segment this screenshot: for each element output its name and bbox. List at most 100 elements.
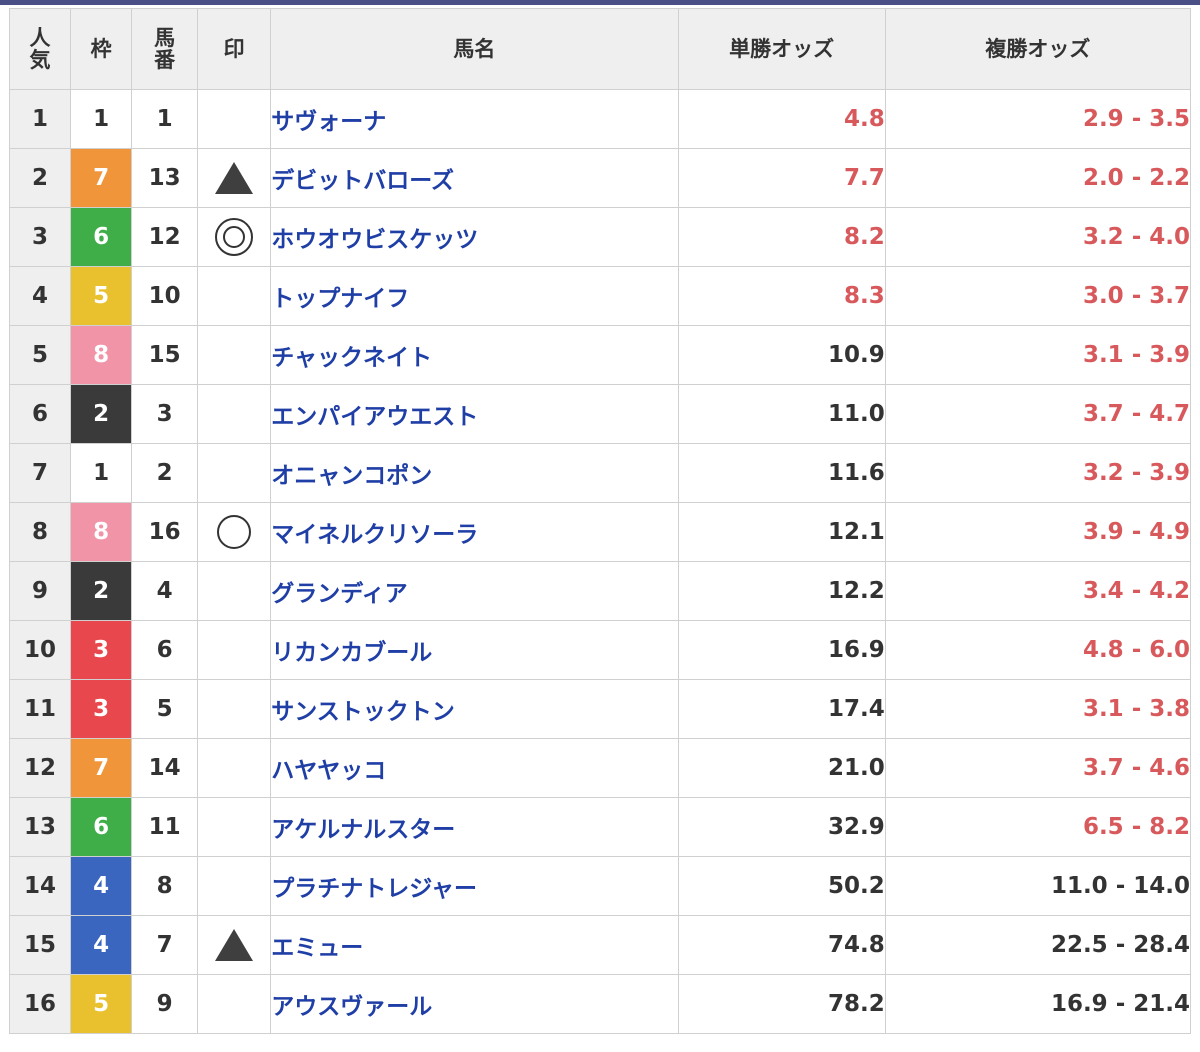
- win-odds-cell: 4.8: [677, 89, 886, 149]
- prediction-mark-cell: [197, 915, 272, 975]
- popularity-cell: 6: [8, 384, 72, 444]
- triangle-mark-icon: [215, 162, 254, 194]
- place-odds-cell: 3.9 - 4.9: [884, 502, 1192, 562]
- table-row: 14 4 8 プラチナトレジャー 50.2 11.0 - 14.0: [8, 856, 1192, 916]
- popularity-cell: 14: [8, 856, 72, 916]
- place-odds-cell: 2.0 - 2.2: [884, 148, 1192, 208]
- prediction-mark-cell: [197, 148, 272, 208]
- prediction-mark-cell: [197, 561, 272, 621]
- horse-number-cell: 5: [131, 679, 199, 739]
- win-odds-cell: 32.9: [677, 797, 886, 857]
- prediction-mark-cell: [197, 620, 272, 680]
- double-circle-mark-icon: [215, 218, 254, 256]
- horse-number-cell: 13: [131, 148, 199, 208]
- popularity-cell: 5: [8, 325, 72, 385]
- horse-name-link[interactable]: ハヤヤッコ: [270, 738, 679, 798]
- waku-badge: 8: [70, 325, 133, 385]
- win-odds-cell: 10.9: [677, 325, 886, 385]
- waku-badge: 3: [70, 679, 133, 739]
- table-row: 12 7 14 ハヤヤッコ 21.0 3.7 - 4.6: [8, 738, 1192, 798]
- place-odds-cell: 6.5 - 8.2: [884, 797, 1192, 857]
- table-row: 16 5 9 アウスヴァール 78.2 16.9 - 21.4: [8, 974, 1192, 1034]
- horse-name-link[interactable]: アケルナルスター: [270, 797, 679, 857]
- win-odds-cell: 7.7: [677, 148, 886, 208]
- horse-name-link[interactable]: サヴォーナ: [270, 89, 679, 149]
- win-odds-cell: 17.4: [677, 679, 886, 739]
- horse-name-link[interactable]: トップナイフ: [270, 266, 679, 326]
- table-row: 4 5 10 トップナイフ 8.3 3.0 - 3.7: [8, 266, 1192, 326]
- place-odds-cell: 3.1 - 3.9: [884, 325, 1192, 385]
- prediction-mark-cell: [197, 502, 272, 562]
- popularity-cell: 8: [8, 502, 72, 562]
- waku-badge: 2: [70, 561, 133, 621]
- place-odds-cell: 3.7 - 4.6: [884, 738, 1192, 798]
- prediction-mark-cell: [197, 384, 272, 444]
- horse-number-cell: 2: [131, 443, 199, 503]
- horse-number-cell: 8: [131, 856, 199, 916]
- popularity-cell: 13: [8, 797, 72, 857]
- horse-number-cell: 9: [131, 974, 199, 1034]
- horse-number-cell: 16: [131, 502, 199, 562]
- win-odds-cell: 74.8: [677, 915, 886, 975]
- place-odds-cell: 11.0 - 14.0: [884, 856, 1192, 916]
- popularity-cell: 7: [8, 443, 72, 503]
- win-odds-cell: 50.2: [677, 856, 886, 916]
- place-odds-cell: 3.1 - 3.8: [884, 679, 1192, 739]
- horse-name-link[interactable]: チャックネイト: [270, 325, 679, 385]
- horse-number-cell: 10: [131, 266, 199, 326]
- popularity-cell: 11: [8, 679, 72, 739]
- waku-badge: 1: [70, 443, 133, 503]
- waku-badge: 8: [70, 502, 133, 562]
- horse-name-link[interactable]: エンパイアウエスト: [270, 384, 679, 444]
- horse-name-link[interactable]: プラチナトレジャー: [270, 856, 679, 916]
- horse-name-link[interactable]: エミュー: [270, 915, 679, 975]
- table-row: 1 1 1 サヴォーナ 4.8 2.9 - 3.5: [8, 89, 1192, 149]
- prediction-mark-cell: [197, 856, 272, 916]
- popularity-cell: 9: [8, 561, 72, 621]
- waku-badge: 1: [70, 89, 133, 149]
- top-accent-bar: [0, 0, 1200, 5]
- horse-name-link[interactable]: ホウオウビスケッツ: [270, 207, 679, 267]
- place-odds-cell: 16.9 - 21.4: [884, 974, 1192, 1034]
- odds-table: 人気 枠 馬番 印 馬名 単勝オッズ 複勝オッズ 1 1 1 サヴォーナ 4.8 2.9 …: [8, 8, 1192, 1034]
- horse-number-cell: 4: [131, 561, 199, 621]
- waku-badge: 2: [70, 384, 133, 444]
- horse-number-cell: 15: [131, 325, 199, 385]
- header-row: 人気 枠 馬番 印 馬名 単勝オッズ 複勝オッズ: [8, 8, 1192, 90]
- prediction-mark-cell: [197, 325, 272, 385]
- horse-number-cell: 14: [131, 738, 199, 798]
- place-odds-cell: 3.0 - 3.7: [884, 266, 1192, 326]
- horse-number-cell: 12: [131, 207, 199, 267]
- popularity-cell: 12: [8, 738, 72, 798]
- popularity-cell: 2: [8, 148, 72, 208]
- header-waku: 枠: [70, 8, 133, 90]
- place-odds-cell: 4.8 - 6.0: [884, 620, 1192, 680]
- header-number: 馬番: [131, 8, 199, 90]
- prediction-mark-cell: [197, 89, 272, 149]
- horse-name-link[interactable]: アウスヴァール: [270, 974, 679, 1034]
- table-row: 8 8 16 マイネルクリソーラ 12.1 3.9 - 4.9: [8, 502, 1192, 562]
- win-odds-cell: 12.1: [677, 502, 886, 562]
- table-row: 6 2 3 エンパイアウエスト 11.0 3.7 - 4.7: [8, 384, 1192, 444]
- waku-badge: 7: [70, 148, 133, 208]
- table-row: 3 6 12 ホウオウビスケッツ 8.2 3.2 - 4.0: [8, 207, 1192, 267]
- horse-name-link[interactable]: デビットバローズ: [270, 148, 679, 208]
- horse-name-link[interactable]: サンストックトン: [270, 679, 679, 739]
- table-row: 5 8 15 チャックネイト 10.9 3.1 - 3.9: [8, 325, 1192, 385]
- horse-name-link[interactable]: オニャンコポン: [270, 443, 679, 503]
- table-row: 13 6 11 アケルナルスター 32.9 6.5 - 8.2: [8, 797, 1192, 857]
- popularity-cell: 3: [8, 207, 72, 267]
- place-odds-cell: 2.9 - 3.5: [884, 89, 1192, 149]
- horse-number-cell: 1: [131, 89, 199, 149]
- triangle-mark-icon: [215, 929, 254, 961]
- popularity-cell: 16: [8, 974, 72, 1034]
- horse-name-link[interactable]: マイネルクリソーラ: [270, 502, 679, 562]
- horse-number-cell: 7: [131, 915, 199, 975]
- table-row: 9 2 4 グランディア 12.2 3.4 - 4.2: [8, 561, 1192, 621]
- horse-name-link[interactable]: リカンカブール: [270, 620, 679, 680]
- horse-name-link[interactable]: グランディア: [270, 561, 679, 621]
- prediction-mark-cell: [197, 974, 272, 1034]
- place-odds-cell: 22.5 - 28.4: [884, 915, 1192, 975]
- win-odds-cell: 12.2: [677, 561, 886, 621]
- prediction-mark-cell: [197, 207, 272, 267]
